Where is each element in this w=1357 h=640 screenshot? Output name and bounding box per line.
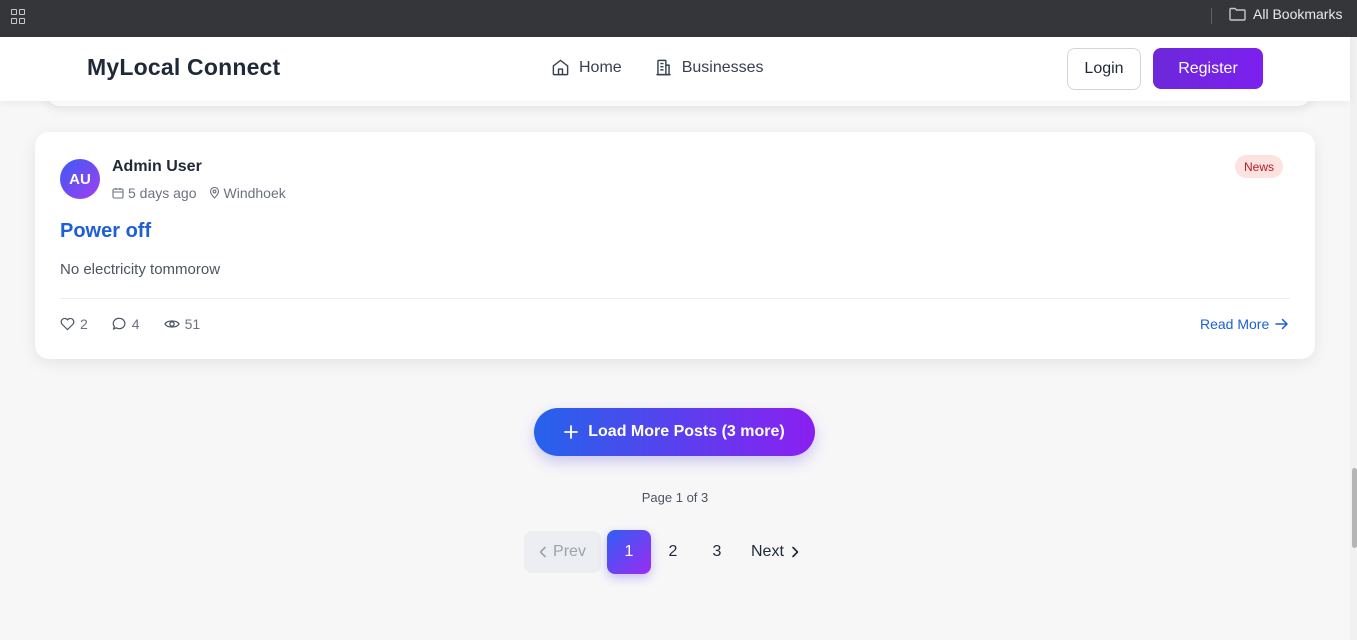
nav-home[interactable]: Home [551,58,622,77]
arrow-right-icon [1275,318,1289,330]
building-icon [656,59,671,76]
scrollbar-thumb[interactable] [1352,468,1357,548]
page-button-1[interactable]: 1 [607,530,651,574]
bookmarks-separator [1211,8,1212,24]
post-meta: 5 days ago Windhoek [112,185,286,201]
next-page-button[interactable]: Next [741,530,807,574]
plus-icon [564,425,579,439]
prev-page-label: Prev [553,543,586,560]
post-location-label: Windhoek [223,185,286,201]
post-location: Windhoek [209,185,286,201]
post-date: 5 days ago [112,185,197,201]
brand-logo[interactable]: MyLocal Connect [87,54,280,81]
page-button-3[interactable]: 3 [695,530,739,574]
home-icon [552,59,569,76]
folder-icon [1229,7,1246,21]
chevron-right-icon [792,546,799,558]
page-scrollbar[interactable] [1350,37,1357,640]
like-count: 2 [80,316,88,332]
card-divider [60,298,1290,299]
post-author: Admin User [112,158,202,175]
eye-icon [163,320,180,328]
nav-home-label: Home [579,58,622,76]
comment-icon [112,317,126,330]
nav-businesses-label: Businesses [681,58,764,76]
pagination: Prev 1 2 3 Next [524,530,807,574]
nav-businesses[interactable]: Businesses [654,58,764,77]
comment-button[interactable]: 4 [112,316,140,332]
page-button-2[interactable]: 2 [651,530,695,574]
map-pin-icon [209,187,219,199]
like-button[interactable]: 2 [60,316,88,332]
post-title[interactable]: Power off [60,220,151,243]
post-stats: 2 4 51 [60,316,200,332]
heart-icon [60,317,75,331]
comment-count: 4 [131,316,140,332]
calendar-icon [112,188,124,199]
category-badge: News [1235,155,1284,178]
apps-grid-icon[interactable] [11,9,27,25]
prev-page-button[interactable]: Prev [524,531,601,573]
page-info: Page 1 of 3 [641,490,709,505]
all-bookmarks-label: All Bookmarks [1253,6,1343,22]
post-excerpt: No electricity tommorow [60,261,221,278]
register-button[interactable]: Register [1153,48,1263,89]
view-count-stat: 51 [163,316,201,332]
post-card: AU Admin User 5 days ago Windhoek News P… [35,132,1315,359]
site-header: MyLocal Connect Home Businesses Login Re… [0,37,1350,101]
all-bookmarks-button[interactable]: All Bookmarks [1229,6,1342,22]
chevron-left-icon [539,546,546,558]
bookmarks-bar: All Bookmarks [0,0,1357,37]
view-count: 51 [184,316,201,332]
next-page-label: Next [751,543,784,560]
post-time-ago: 5 days ago [128,185,197,201]
login-button[interactable]: Login [1067,48,1141,90]
main-nav: Home Businesses [551,58,764,77]
read-more-label: Read More [1200,316,1270,332]
load-more-button[interactable]: Load More Posts (3 more) [534,408,815,456]
avatar: AU [60,159,100,199]
load-more-label: Load More Posts (3 more) [588,423,785,440]
read-more-link[interactable]: Read More [1200,316,1289,332]
